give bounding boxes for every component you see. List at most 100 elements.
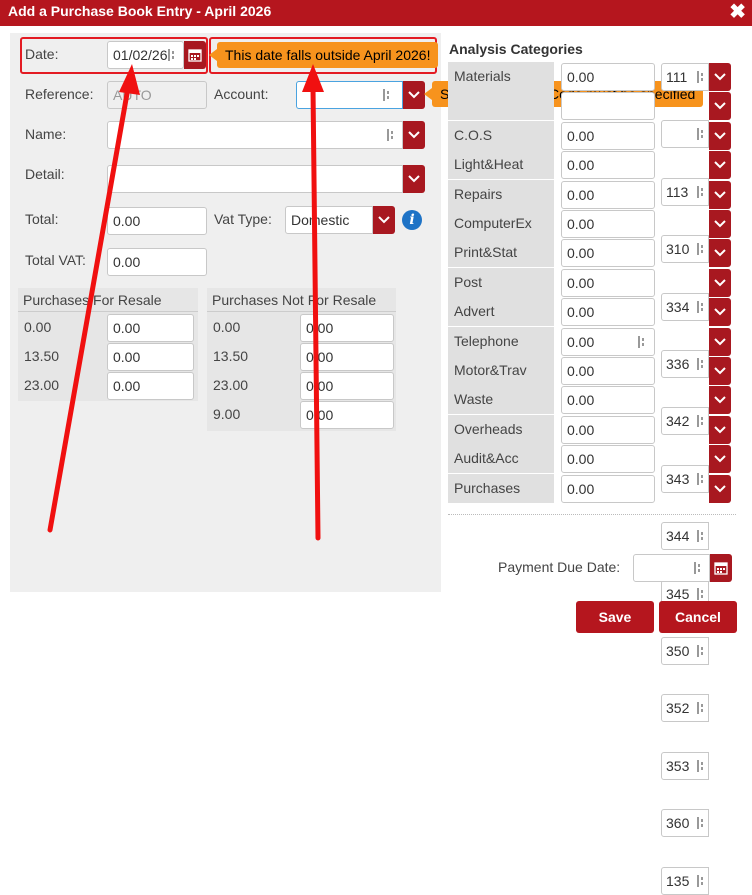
grip-icon xyxy=(697,702,703,715)
analysis-amount-input[interactable]: 0.00 xyxy=(561,357,655,385)
resale-input[interactable]: 0.00 xyxy=(107,343,194,371)
account-dropdown-button[interactable] xyxy=(403,81,425,109)
analysis-code-input[interactable]: 344 xyxy=(661,522,709,551)
analysis-amount-input[interactable]: 0.00 xyxy=(561,298,655,327)
total-input[interactable]: 0.00 xyxy=(107,207,207,235)
total-vat-input[interactable]: 0.00 xyxy=(107,248,207,276)
analysis-category-label: Purchases xyxy=(448,473,554,503)
analysis-code-input[interactable]: 111 xyxy=(661,63,709,91)
vat-type-dropdown-button[interactable] xyxy=(373,206,395,234)
chevron-down-icon xyxy=(714,190,726,199)
date-calendar-button[interactable] xyxy=(184,41,206,69)
analysis-code-dropdown-button[interactable] xyxy=(709,386,731,415)
save-button[interactable]: Save xyxy=(576,601,654,633)
analysis-amount-input[interactable]: 0.00 xyxy=(561,239,655,268)
analysis-code-input[interactable]: 336 xyxy=(661,350,709,378)
analysis-amount-value: 0.00 xyxy=(567,304,595,321)
resale-value: 0.00 xyxy=(113,349,141,365)
name-dropdown-button[interactable] xyxy=(403,121,425,149)
analysis-code-dropdown-button[interactable] xyxy=(709,327,731,356)
analysis-code-value: 336 xyxy=(666,356,690,372)
not-resale-input[interactable]: 0.00 xyxy=(300,343,394,371)
dialog-titlebar: Add a Purchase Book Entry - April 2026 ✖ xyxy=(0,0,752,26)
analysis-code-input[interactable]: 342 xyxy=(661,407,709,436)
analysis-amount-input[interactable]: 0.00 xyxy=(561,180,655,209)
analysis-code-input[interactable]: 334 xyxy=(661,292,709,321)
close-icon[interactable]: ✖ xyxy=(729,1,746,23)
analysis-code-value: 113 xyxy=(666,183,689,200)
analysis-amount-input[interactable]: 0.00 xyxy=(561,474,655,503)
analysis-amount-input[interactable]: 0.00 xyxy=(561,121,655,150)
cancel-button[interactable]: Cancel xyxy=(659,601,737,633)
analysis-code-input[interactable]: 343 xyxy=(661,464,709,493)
account-label: Account: xyxy=(214,86,269,102)
analysis-amount-input[interactable]: 0.00 xyxy=(561,151,655,180)
analysis-code-dropdown-button[interactable] xyxy=(709,415,731,444)
analysis-category-label: Advert xyxy=(448,297,554,327)
total-label: Total: xyxy=(25,211,59,227)
resale-input[interactable]: 0.00 xyxy=(107,372,194,400)
analysis-amount-input[interactable]: 0.00 xyxy=(561,327,655,356)
analysis-code-input[interactable]: 350 xyxy=(661,637,709,665)
dialog-title: Add a Purchase Book Entry - April 2026 xyxy=(8,3,272,19)
detail-input[interactable] xyxy=(107,165,403,193)
analysis-code-dropdown-button[interactable] xyxy=(709,180,731,209)
calendar-icon xyxy=(188,49,202,62)
grip-icon xyxy=(697,645,703,657)
analysis-amount-input[interactable]: 0.00 xyxy=(561,415,655,444)
not-resale-input[interactable]: 0.00 xyxy=(300,401,394,429)
analysis-amount-input[interactable]: 0.00 xyxy=(561,445,655,474)
analysis-amount-input[interactable] xyxy=(561,92,655,121)
analysis-code-dropdown-button[interactable] xyxy=(709,357,731,385)
analysis-category-label: Audit&Acc xyxy=(448,444,554,474)
resale-input[interactable]: 0.00 xyxy=(107,314,194,342)
detail-label: Detail: xyxy=(25,166,65,182)
analysis-code-value: 352 xyxy=(666,700,690,717)
analysis-code-value: 344 xyxy=(666,528,690,545)
analysis-code-input[interactable]: 353 xyxy=(661,751,709,780)
not-resale-input[interactable]: 0.00 xyxy=(300,372,394,400)
total-vat-label: Total VAT: xyxy=(25,252,86,268)
analysis-code-dropdown-button[interactable] xyxy=(709,121,731,150)
analysis-category-label: Materials xyxy=(448,62,554,91)
payment-due-calendar-button[interactable] xyxy=(710,554,732,582)
analysis-code-dropdown-button[interactable] xyxy=(709,63,731,91)
analysis-code-dropdown-button[interactable] xyxy=(709,268,731,297)
analysis-amount-input[interactable]: 0.00 xyxy=(561,63,655,91)
name-input[interactable] xyxy=(107,121,403,149)
analysis-code-value: 353 xyxy=(666,757,690,774)
analysis-code-input[interactable]: 310 xyxy=(661,235,709,264)
analysis-code-dropdown-button[interactable] xyxy=(709,239,731,268)
analysis-code-dropdown-button[interactable] xyxy=(709,210,731,238)
analysis-code-dropdown-button[interactable] xyxy=(709,92,731,121)
analysis-code-dropdown-button[interactable] xyxy=(709,474,731,503)
analysis-amount-input[interactable]: 0.00 xyxy=(561,210,655,238)
analysis-code-input[interactable]: 360 xyxy=(661,809,709,838)
analysis-amount-value: 0.00 xyxy=(567,216,595,232)
analysis-code-input[interactable]: 113 xyxy=(661,177,709,206)
analysis-code-dropdown-button[interactable] xyxy=(709,298,731,327)
detail-dropdown-button[interactable] xyxy=(403,165,425,193)
analysis-code-input[interactable] xyxy=(661,120,709,149)
not-resale-rate: 13.50 xyxy=(213,348,249,364)
chevron-down-icon xyxy=(714,455,726,463)
not-resale-input[interactable]: 0.00 xyxy=(300,314,394,342)
info-icon[interactable]: i xyxy=(402,210,422,230)
resale-value: 0.00 xyxy=(113,378,141,394)
analysis-code-value: 342 xyxy=(666,413,690,430)
name-label: Name: xyxy=(25,126,67,142)
chevron-down-icon xyxy=(714,396,726,404)
analysis-amount-input[interactable]: 0.00 xyxy=(561,386,655,415)
analysis-code-dropdown-button[interactable] xyxy=(709,445,731,474)
analysis-category-label xyxy=(448,91,554,121)
total-vat-value: 0.00 xyxy=(113,254,141,270)
analysis-code-dropdown-button[interactable] xyxy=(709,151,731,180)
analysis-code-input[interactable]: 352 xyxy=(661,694,709,723)
analysis-amount-value: 0.00 xyxy=(567,333,595,350)
reference-value: AUTO xyxy=(113,87,152,103)
analysis-amount-input[interactable]: 0.00 xyxy=(561,268,655,297)
chevron-down-icon xyxy=(714,484,726,493)
chevron-down-icon xyxy=(714,367,726,375)
vat-type-select[interactable]: Domestic xyxy=(285,206,373,234)
analysis-code-input[interactable]: 135 xyxy=(661,866,709,895)
